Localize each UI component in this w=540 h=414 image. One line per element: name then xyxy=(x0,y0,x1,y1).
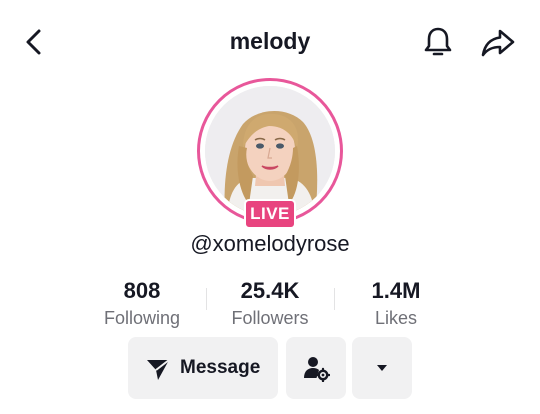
page-title: melody xyxy=(229,28,311,54)
share-arrow-icon xyxy=(481,29,515,57)
notifications-button[interactable] xyxy=(420,24,456,60)
share-button[interactable] xyxy=(480,25,516,61)
live-badge[interactable]: LIVE xyxy=(244,199,296,229)
followers-label: Followers xyxy=(231,308,309,328)
top-bar: melody xyxy=(0,0,540,84)
person-settings-icon xyxy=(304,357,330,382)
profile-photo xyxy=(205,86,335,216)
likes-label: Likes xyxy=(374,308,418,328)
stat-following[interactable]: 808 Following xyxy=(72,278,212,330)
followers-count: 25.4K xyxy=(240,278,300,303)
bell-icon xyxy=(424,27,452,56)
send-icon xyxy=(147,359,170,380)
person-settings-button[interactable] xyxy=(286,337,346,399)
stat-likes[interactable]: 1.4M Likes xyxy=(326,278,466,330)
message-label: Message xyxy=(180,357,261,378)
message-button[interactable]: Message xyxy=(128,337,278,399)
stat-followers[interactable]: 25.4K Followers xyxy=(200,278,340,330)
more-options-button[interactable] xyxy=(352,337,412,399)
caret-down-icon xyxy=(377,365,387,371)
username: @xomelodyrose xyxy=(190,231,350,256)
likes-count: 1.4M xyxy=(371,278,421,303)
following-count: 808 xyxy=(123,278,161,303)
following-label: Following xyxy=(103,308,181,328)
